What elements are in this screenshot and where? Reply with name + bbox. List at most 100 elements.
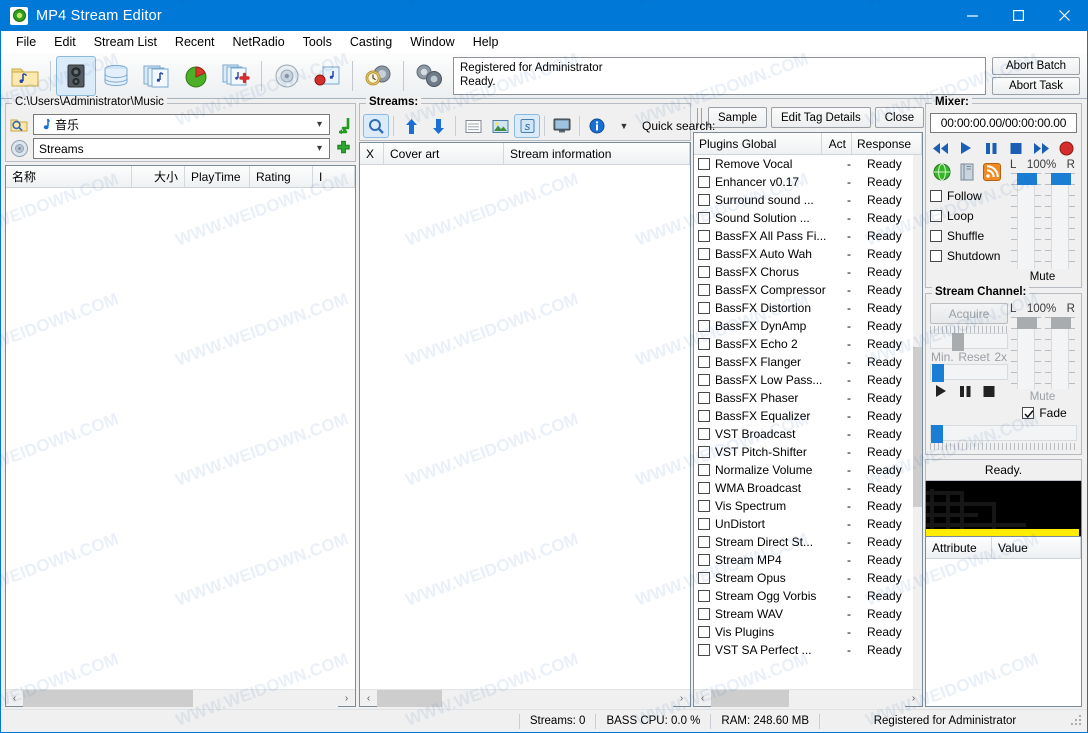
add-stream-button[interactable]: [216, 56, 256, 96]
follow-checkbox[interactable]: Follow: [930, 186, 1008, 206]
plugin-checkbox[interactable]: [698, 176, 710, 188]
plugin-row[interactable]: Normalize Volume - Ready: [694, 461, 922, 479]
plugin-checkbox[interactable]: [698, 320, 710, 332]
close-button[interactable]: [1041, 0, 1087, 31]
move-up-button[interactable]: [398, 114, 424, 138]
scroll-left-arrow-icon[interactable]: ‹: [694, 693, 711, 704]
mixer-left-fader[interactable]: [1010, 173, 1041, 269]
plugin-checkbox[interactable]: [698, 626, 710, 638]
channel-pause-button[interactable]: [958, 385, 972, 401]
plugin-checkbox[interactable]: [698, 572, 710, 584]
column-header-name[interactable]: 名称: [6, 166, 132, 188]
speaker-device-button[interactable]: [56, 55, 96, 96]
fader-track[interactable]: [1050, 173, 1071, 269]
play-button[interactable]: [957, 140, 974, 157]
menu-edit[interactable]: Edit: [45, 33, 85, 51]
plugin-checkbox[interactable]: [698, 428, 710, 440]
scroll-right-arrow-icon[interactable]: ›: [673, 693, 690, 704]
column-header-attribute[interactable]: Attribute: [926, 537, 992, 559]
visualization-display[interactable]: [925, 481, 1082, 537]
plugin-row[interactable]: VST Broadcast - Ready: [694, 425, 922, 443]
reset-label[interactable]: Reset: [958, 350, 989, 364]
plugin-row[interactable]: BassFX Equalizer - Ready: [694, 407, 922, 425]
plugin-row[interactable]: Stream WAV - Ready: [694, 605, 922, 623]
book-button[interactable]: [960, 163, 974, 184]
fader-track[interactable]: [1016, 317, 1037, 389]
checkbox-box[interactable]: [1022, 407, 1035, 419]
scroll-left-arrow-icon[interactable]: ‹: [360, 693, 377, 704]
column-header-cover-art[interactable]: Cover art: [384, 143, 504, 165]
plugin-row[interactable]: Vis Plugins - Ready: [694, 623, 922, 641]
streams-list-body[interactable]: [360, 165, 690, 689]
file-list-body[interactable]: [6, 188, 355, 689]
cd-rip-button[interactable]: [267, 56, 307, 96]
info-button[interactable]: [584, 114, 610, 138]
plugins-vscrollbar[interactable]: [913, 155, 922, 689]
scroll-left-arrow-icon[interactable]: ‹: [6, 693, 23, 704]
plugin-row[interactable]: Stream Opus - Ready: [694, 569, 922, 587]
streams-scroll-thumb[interactable]: [377, 689, 443, 707]
acquire-button[interactable]: Acquire: [930, 303, 1008, 324]
position-slider[interactable]: [930, 425, 1077, 443]
column-header-size[interactable]: 大小: [132, 166, 185, 188]
settings-button[interactable]: [409, 56, 449, 96]
attributes-list-body[interactable]: [926, 559, 1081, 706]
plugin-checkbox[interactable]: [698, 482, 710, 494]
column-header-response[interactable]: Response: [852, 133, 922, 155]
plugin-row[interactable]: BassFX Compressor - Ready: [694, 281, 922, 299]
plugin-checkbox[interactable]: [698, 608, 710, 620]
pause-button[interactable]: [982, 140, 999, 157]
rate-slider[interactable]: [930, 364, 1008, 382]
fader-knob[interactable]: [1050, 173, 1071, 185]
details-view-button[interactable]: [460, 114, 486, 138]
column-header-value[interactable]: Value: [992, 537, 1081, 559]
stream-info-button[interactable]: s: [514, 114, 540, 138]
plugin-checkbox[interactable]: [698, 518, 710, 530]
rewind-button[interactable]: [932, 140, 949, 157]
stream-list-combo[interactable]: Streams ▾: [33, 138, 330, 159]
plugin-row[interactable]: BassFX Distortion - Ready: [694, 299, 922, 317]
search-button[interactable]: [363, 114, 389, 138]
channel-play-button[interactable]: [934, 384, 948, 401]
menu-casting[interactable]: Casting: [341, 33, 401, 51]
folder-combo[interactable]: 音乐 ▾: [33, 114, 330, 135]
maximize-button[interactable]: [995, 0, 1041, 31]
plugin-checkbox[interactable]: [698, 194, 710, 206]
monitor-button[interactable]: [549, 114, 575, 138]
plugin-row[interactable]: Stream MP4- Ready: [694, 551, 922, 569]
plugin-row[interactable]: Surround sound ... - Ready: [694, 191, 922, 209]
mixer-mute-label[interactable]: Mute: [1008, 269, 1077, 283]
shutdown-checkbox[interactable]: Shutdown: [930, 246, 1008, 266]
folder-search-icon[interactable]: [8, 115, 30, 135]
file-list-scroll-thumb[interactable]: [23, 689, 194, 707]
plugin-checkbox[interactable]: [698, 212, 710, 224]
archive-box-button[interactable]: [96, 56, 136, 96]
column-header-playtime[interactable]: PlayTime: [185, 166, 250, 188]
menu-file[interactable]: File: [7, 33, 45, 51]
chevron-down-icon[interactable]: ▾: [317, 143, 327, 154]
plugin-row[interactable]: BassFX Phaser - Ready: [694, 389, 922, 407]
fader-knob[interactable]: [1016, 317, 1037, 329]
scroll-right-arrow-icon[interactable]: ›: [338, 693, 355, 704]
plugins-scroll-thumb[interactable]: [711, 689, 789, 707]
sample-button[interactable]: Sample: [708, 107, 767, 128]
plugin-row[interactable]: BassFX All Pass Fi... - Ready: [694, 227, 922, 245]
plugin-row[interactable]: UnDistort - Ready: [694, 515, 922, 533]
shuffle-checkbox[interactable]: Shuffle: [930, 226, 1008, 246]
plugin-row[interactable]: BassFX Chorus - Ready: [694, 263, 922, 281]
menu-recent[interactable]: Recent: [166, 33, 224, 51]
plugin-checkbox[interactable]: [698, 500, 710, 512]
menu-help[interactable]: Help: [464, 33, 508, 51]
plugin-row[interactable]: BassFX Low Pass... - Ready: [694, 371, 922, 389]
fast-forward-button[interactable]: [1033, 140, 1050, 157]
menu-window[interactable]: Window: [401, 33, 463, 51]
column-header-plugins-global[interactable]: Plugins Global: [694, 133, 822, 155]
loop-checkbox[interactable]: Loop: [930, 206, 1008, 226]
scroll-right-arrow-icon[interactable]: ›: [905, 693, 922, 704]
plugin-checkbox[interactable]: [698, 338, 710, 350]
plugin-row[interactable]: Vis Spectrum - Ready: [694, 497, 922, 515]
plugin-row[interactable]: Stream Direct St... - Ready: [694, 533, 922, 551]
plugin-checkbox[interactable]: [698, 464, 710, 476]
column-header-rating[interactable]: Rating: [250, 166, 313, 188]
plugin-checkbox[interactable]: [698, 644, 710, 656]
